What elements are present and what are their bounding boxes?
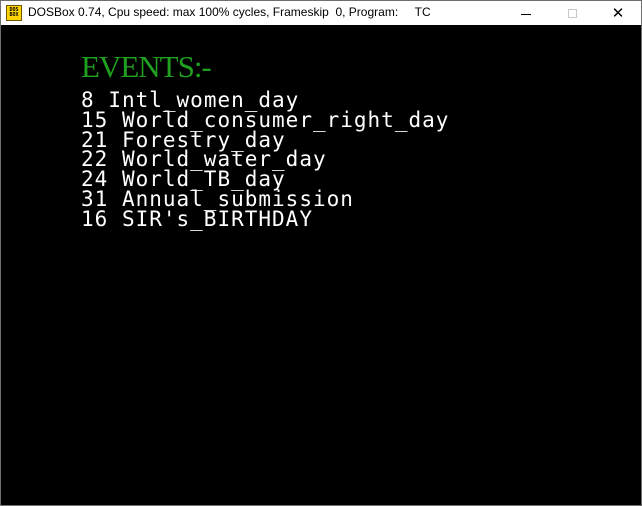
events-heading: EVENTS:- [81,49,212,84]
minimize-icon [521,13,531,15]
event-day: 16 [81,206,109,231]
dosbox-icon-text: DOS BOX [9,7,19,18]
event-name: SIR's_BIRTHDAY [121,206,313,231]
minimize-button[interactable] [503,1,549,25]
dosbox-window: DOS BOX DOSBox 0.74, Cpu speed: max 100%… [0,0,642,506]
maximize-button[interactable] [549,1,595,25]
close-icon: ✕ [611,4,625,22]
maximize-icon [567,8,577,18]
event-list: 8 Intl_women_day 15 World_consumer_right… [81,90,449,231]
window-title: DOSBox 0.74, Cpu speed: max 100% cycles,… [28,5,431,19]
dos-screen[interactable]: EVENTS:- 8 Intl_women_day 15 World_consu… [1,25,641,505]
title-bar[interactable]: DOS BOX DOSBox 0.74, Cpu speed: max 100%… [1,1,641,25]
close-button[interactable]: ✕ [595,1,641,25]
dosbox-icon[interactable]: DOS BOX [6,5,22,21]
event-item: 16 SIR's_BIRTHDAY [81,206,449,231]
